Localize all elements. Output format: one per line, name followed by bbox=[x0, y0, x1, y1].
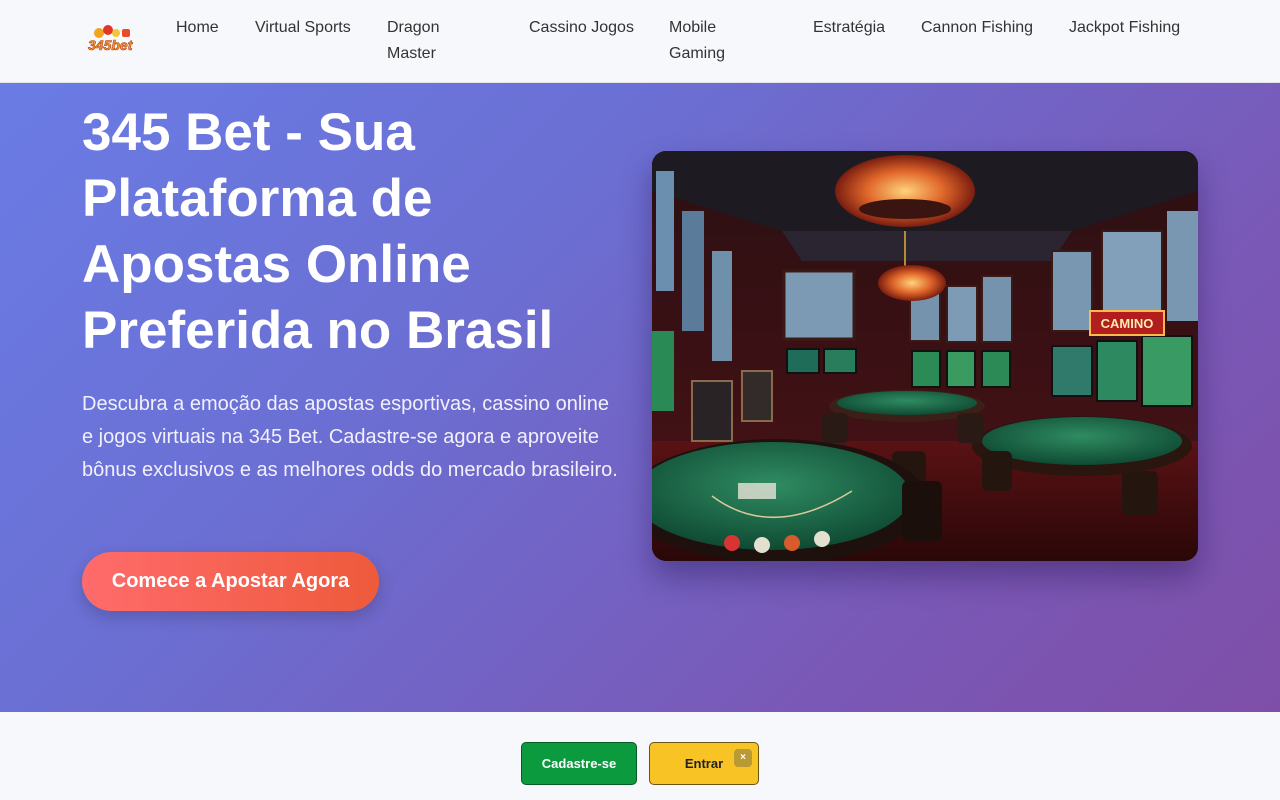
nav-virtual-sports[interactable]: Virtual Sports bbox=[255, 15, 351, 41]
casino-illustration: CAMINO bbox=[652, 151, 1198, 561]
nav-jackpot-fishing[interactable]: Jackpot Fishing bbox=[1069, 15, 1180, 41]
close-icon[interactable]: × bbox=[734, 749, 752, 767]
top-navbar: 345bet Home Virtual Sports Dragon Master… bbox=[0, 0, 1280, 83]
site-logo[interactable]: 345bet bbox=[86, 24, 138, 54]
nav-cassino-jogos[interactable]: Cassino Jogos bbox=[529, 15, 634, 41]
hero-section: 345 Bet - Sua Plataforma de Apostas Onli… bbox=[0, 82, 1280, 712]
nav-cannon-fishing[interactable]: Cannon Fishing bbox=[921, 15, 1033, 41]
casino-interior-image: CAMINO bbox=[652, 151, 1198, 561]
nav-dragon-master[interactable]: Dragon Master bbox=[387, 15, 477, 67]
nav-home[interactable]: Home bbox=[176, 15, 219, 41]
register-button[interactable]: Cadastre-se bbox=[521, 742, 637, 785]
logo-text: 345bet bbox=[88, 37, 134, 53]
start-betting-button[interactable]: Comece a Apostar Agora bbox=[82, 552, 379, 611]
hero-title: 345 Bet - Sua Plataforma de Apostas Onli… bbox=[82, 103, 554, 360]
nav-mobile-gaming[interactable]: Mobile Gaming bbox=[669, 15, 759, 67]
casino-sign-text: CAMINO bbox=[1101, 316, 1154, 331]
hero-description: Descubra a emoção das apostas esportivas… bbox=[82, 393, 618, 481]
bottom-action-bar: Cadastre-se Entrar × bbox=[0, 712, 1280, 800]
nav-estrategia[interactable]: Estratégia bbox=[813, 15, 885, 41]
